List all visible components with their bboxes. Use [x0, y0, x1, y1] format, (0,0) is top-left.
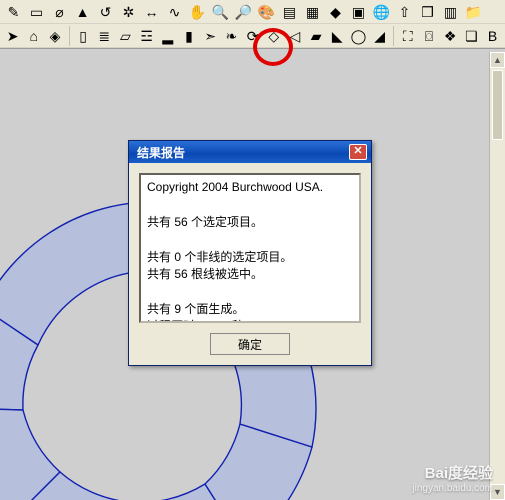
divide-icon[interactable]: ⌀ — [49, 1, 70, 22]
ok-button[interactable]: 确定 — [210, 333, 290, 355]
close-icon[interactable]: ✕ — [349, 144, 367, 160]
eraser-icon[interactable]: ▭ — [26, 1, 47, 22]
group-icon[interactable]: ▥ — [440, 1, 461, 22]
watermark: Bai度经验 jingyan.baidu.com — [412, 462, 493, 494]
dialog-button-row: 确定 — [129, 329, 371, 365]
orange-ring-icon[interactable]: ◯ — [349, 25, 368, 46]
wall-icon[interactable]: ▮ — [179, 25, 198, 46]
house-icon[interactable]: ⌂ — [24, 25, 43, 46]
zoom-extents-icon[interactable]: 🔎 — [233, 1, 254, 22]
red-plane-icon[interactable]: ▰ — [307, 25, 326, 46]
scroll-track[interactable] — [490, 68, 505, 484]
plane-icon[interactable]: ▱ — [116, 25, 135, 46]
up-arrow-icon[interactable]: ▲ — [72, 1, 93, 22]
diamond-icon[interactable]: ◇ — [264, 25, 283, 46]
lines-icon[interactable]: ≣ — [95, 25, 114, 46]
link-icon[interactable]: ∿ — [164, 1, 185, 22]
report-line-copyright: Copyright 2004 Burchwood USA. — [147, 180, 323, 194]
report-line-faces: 共有 9 个面生成。 — [147, 302, 244, 316]
plugin-a-icon[interactable]: ❖ — [441, 25, 460, 46]
result-report-dialog: 结果报告 ✕ Copyright 2004 Burchwood USA. 共有 … — [128, 140, 372, 366]
b-logo-icon[interactable]: B — [483, 25, 502, 46]
pan-icon[interactable]: ✋ — [187, 1, 208, 22]
vertical-scrollbar[interactable]: ▲ ▼ — [489, 52, 505, 500]
stairs-icon[interactable]: ☲ — [137, 25, 156, 46]
report-line-noncurve: 共有 0 个非线的选定项目。 — [147, 250, 292, 264]
red-arrow-icon[interactable]: ➤ — [3, 25, 22, 46]
box-wire-icon[interactable]: ⛶ — [398, 25, 417, 46]
rotate-icon[interactable]: ⟳ — [243, 25, 262, 46]
blue-diamond-icon[interactable]: ◈ — [45, 25, 64, 46]
cylinder-icon[interactable]: ⌼ — [419, 25, 438, 46]
material-icon[interactable]: ◆ — [325, 1, 346, 22]
scroll-up-button[interactable]: ▲ — [490, 52, 505, 68]
red-volume-icon[interactable]: ◢ — [370, 25, 389, 46]
layer-icon[interactable]: ▤ — [279, 1, 300, 22]
toolbar-area: ✎▭⌀▲↺✲↔∿✋🔍🔎🎨▤▦◆▣🌐⇧❒▥📁 ➤⌂◈ ▯≣▱☲▂▮➣❧⟳◇◁▰◣◯◢… — [0, 0, 505, 49]
palette-icon[interactable]: 🎨 — [256, 1, 277, 22]
dialog-body: Copyright 2004 Burchwood USA. 共有 56 个选定项… — [129, 163, 371, 329]
red-shape-icon[interactable]: ◣ — [328, 25, 347, 46]
vortex-icon[interactable]: ✲ — [118, 1, 139, 22]
plugin-b-icon[interactable]: ❏ — [462, 25, 481, 46]
color-icon[interactable]: ▦ — [302, 1, 323, 22]
floor-icon[interactable]: ▂ — [158, 25, 177, 46]
toolbar-separator — [393, 26, 394, 46]
swap-icon[interactable]: ↔ — [141, 1, 162, 22]
yellow-folder-icon[interactable]: 📁 — [463, 1, 484, 22]
watermark-sub: jingyan.baidu.com — [412, 483, 493, 494]
report-line-edges: 共有 56 根线被选中。 — [147, 267, 263, 281]
globe-icon[interactable]: 🌐 — [371, 1, 392, 22]
push-icon[interactable]: ⇧ — [394, 1, 415, 22]
green-arrow-icon[interactable]: ➣ — [201, 25, 220, 46]
brush-icon[interactable]: ✎ — [3, 1, 24, 22]
dialog-titlebar[interactable]: 结果报告 ✕ — [129, 141, 371, 163]
report-text-area[interactable]: Copyright 2004 Burchwood USA. 共有 56 个选定项… — [139, 173, 361, 323]
window-icon[interactable]: ▯ — [73, 25, 92, 46]
component-icon[interactable]: ❒ — [417, 1, 438, 22]
recycle-icon[interactable]: ↺ — [95, 1, 116, 22]
dialog-title-text: 结果报告 — [133, 144, 349, 161]
select-icon[interactable]: ◁ — [285, 25, 304, 46]
scroll-thumb[interactable] — [492, 70, 503, 140]
toolbar-row-1: ✎▭⌀▲↺✲↔∿✋🔍🔎🎨▤▦◆▣🌐⇧❒▥📁 — [0, 0, 505, 24]
toolbar-separator — [69, 26, 70, 46]
toolbar-row-2: ➤⌂◈ ▯≣▱☲▂▮➣❧⟳◇◁▰◣◯◢ ⛶⌼❖❏B — [0, 24, 505, 48]
blue-box-icon[interactable]: ▣ — [348, 1, 369, 22]
report-line-selected: 共有 56 个选定项目。 — [147, 215, 263, 229]
leaf-icon[interactable]: ❧ — [222, 25, 241, 46]
report-line-time: 过程历时: 0.016秒。 — [147, 319, 256, 323]
watermark-main: Bai度经验 — [412, 462, 493, 483]
zoom-icon[interactable]: 🔍 — [210, 1, 231, 22]
